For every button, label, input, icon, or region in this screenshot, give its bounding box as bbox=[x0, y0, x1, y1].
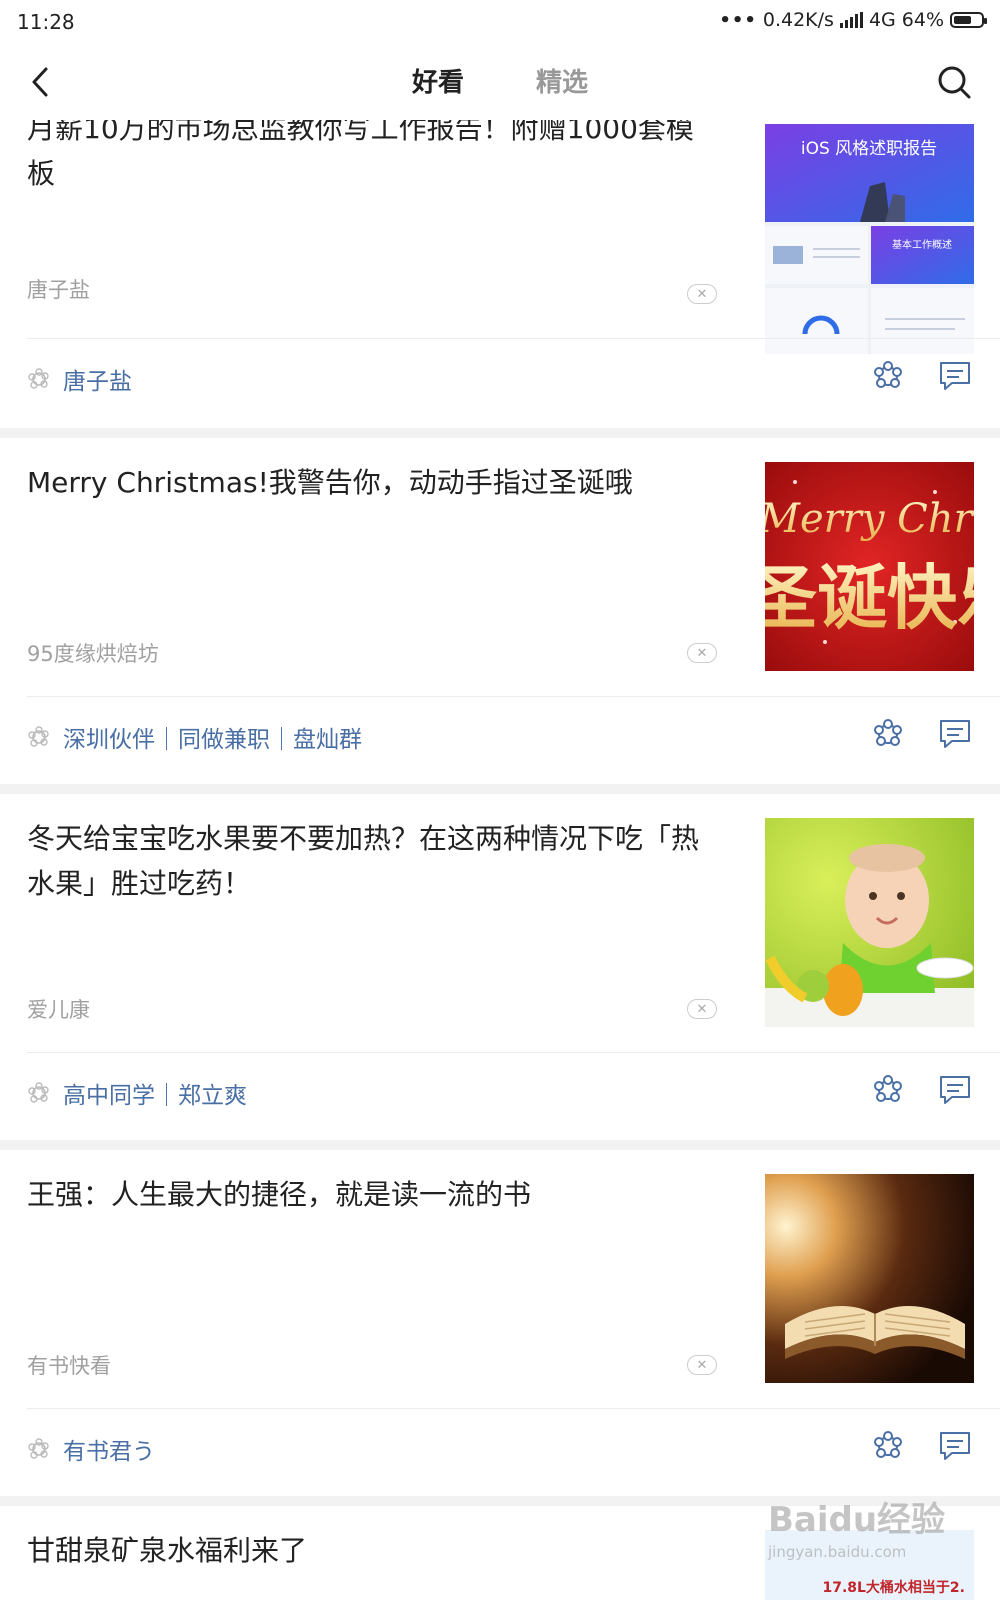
more-dots-icon: ••• bbox=[719, 9, 757, 31]
card-source: 有书快看 bbox=[27, 1354, 111, 1378]
card-title[interactable]: 冬天给宝宝吃水果要不要加热？在这两种情况下吃「热水果」胜过吃药！ bbox=[27, 816, 717, 906]
card-separator bbox=[0, 428, 1000, 438]
card-thumbnail[interactable]: Merry Christm 圣诞快乐 bbox=[765, 462, 974, 671]
thumbnail-image bbox=[765, 818, 974, 1027]
card-source: 爱儿康 bbox=[27, 998, 90, 1022]
card-divider bbox=[27, 338, 1000, 339]
dismiss-button[interactable]: ✕ bbox=[687, 999, 717, 1019]
thumbnail-image: iOS 风格述职报告 基本工作概述 bbox=[765, 124, 974, 354]
card-divider bbox=[27, 1052, 1000, 1053]
friend-names[interactable]: 高中同学｜郑立爽 bbox=[63, 1076, 247, 1110]
battery-icon bbox=[950, 12, 987, 28]
card-separator bbox=[0, 1140, 1000, 1150]
friends-icon bbox=[28, 1438, 49, 1459]
thumbnail-image: Merry Christm 圣诞快乐 bbox=[765, 462, 974, 671]
tab-bar: 好看 精选 bbox=[0, 62, 1000, 107]
status-right: ••• 0.42K/s 4G 64% bbox=[719, 9, 987, 31]
dismiss-button[interactable]: ✕ bbox=[687, 643, 717, 663]
friend-row[interactable]: 唐子盐 bbox=[27, 362, 132, 396]
thumbnail-image bbox=[765, 1174, 974, 1383]
feed-card[interactable]: Merry Christmas!我警告你，动动手指过圣诞哦 95度缘烘焙坊 ✕ … bbox=[0, 438, 1000, 784]
thumbnail-subheading: 基本工作概述 bbox=[892, 238, 952, 251]
comment-icon[interactable] bbox=[938, 718, 972, 750]
comment-icon[interactable] bbox=[938, 1074, 972, 1106]
signal-icon bbox=[839, 12, 863, 28]
status-bar: 11:28 ••• 0.42K/s 4G 64% bbox=[0, 0, 1000, 44]
network-speed: 0.42K/s bbox=[762, 9, 834, 31]
tab-jingxuan[interactable]: 精选 bbox=[536, 62, 588, 107]
dismiss-button[interactable]: ✕ bbox=[687, 284, 717, 304]
card-thumbnail[interactable] bbox=[765, 1174, 974, 1383]
status-time: 11:28 bbox=[17, 10, 75, 34]
feed-card[interactable]: 冬天给宝宝吃水果要不要加热？在这两种情况下吃「热水果」胜过吃药！ 爱儿康 ✕ 高… bbox=[0, 794, 1000, 1140]
friend-row[interactable]: 深圳伙伴｜同做兼职｜盘灿群 bbox=[27, 720, 362, 754]
card-title[interactable]: Merry Christmas!我警告你，动动手指过圣诞哦 bbox=[27, 460, 717, 505]
card-title[interactable]: 甘甜泉矿泉水福利来了 bbox=[27, 1528, 717, 1573]
search-icon[interactable] bbox=[934, 62, 974, 102]
card-divider bbox=[27, 1408, 1000, 1409]
battery-fill bbox=[954, 16, 971, 24]
dismiss-button[interactable]: ✕ bbox=[687, 1355, 717, 1375]
comment-icon[interactable] bbox=[938, 360, 972, 392]
friends-icon bbox=[28, 726, 49, 747]
friend-names[interactable]: 唐子盐 bbox=[63, 362, 132, 396]
card-separator bbox=[0, 784, 1000, 794]
battery-percent: 64% bbox=[901, 9, 944, 31]
thumbnail-caption-2: 圣诞快乐 bbox=[765, 557, 974, 639]
card-source: 唐子盐 bbox=[27, 278, 90, 302]
friend-row[interactable]: 有书君う bbox=[27, 1432, 155, 1466]
tab-haokan[interactable]: 好看 bbox=[412, 62, 464, 107]
card-thumbnail[interactable] bbox=[765, 818, 974, 1027]
wow-like-icon[interactable] bbox=[872, 360, 904, 392]
card-divider bbox=[27, 696, 1000, 697]
wow-like-icon[interactable] bbox=[872, 1430, 904, 1462]
thumbnail-heading: iOS 风格述职报告 bbox=[801, 139, 937, 159]
baidu-watermark: Baidu经验 jingyan.baidu.com bbox=[768, 1500, 946, 1561]
friend-names[interactable]: 有书君う bbox=[63, 1432, 155, 1466]
card-thumbnail[interactable]: iOS 风格述职报告 基本工作概述 bbox=[765, 124, 974, 354]
card-source: 95度缘烘焙坊 bbox=[27, 642, 159, 666]
friend-row[interactable]: 高中同学｜郑立爽 bbox=[27, 1076, 247, 1110]
card-title[interactable]: 王强：人生最大的捷径，就是读一流的书 bbox=[27, 1172, 717, 1217]
thumbnail-caption: 17.8L大桶水相当于2. bbox=[822, 1579, 965, 1596]
top-nav: 好看 精选 bbox=[0, 44, 1000, 120]
friends-icon bbox=[28, 368, 49, 389]
friends-icon bbox=[28, 1082, 49, 1103]
comment-icon[interactable] bbox=[938, 1430, 972, 1462]
wow-like-icon[interactable] bbox=[872, 1074, 904, 1106]
network-type: 4G bbox=[868, 9, 896, 31]
friend-names[interactable]: 深圳伙伴｜同做兼职｜盘灿群 bbox=[63, 720, 362, 754]
wow-like-icon[interactable] bbox=[872, 718, 904, 750]
thumbnail-caption-1: Merry Christm bbox=[765, 496, 974, 542]
feed-card[interactable]: 王强：人生最大的捷径，就是读一流的书 有书快看 ✕ 有书君う bbox=[0, 1150, 1000, 1496]
